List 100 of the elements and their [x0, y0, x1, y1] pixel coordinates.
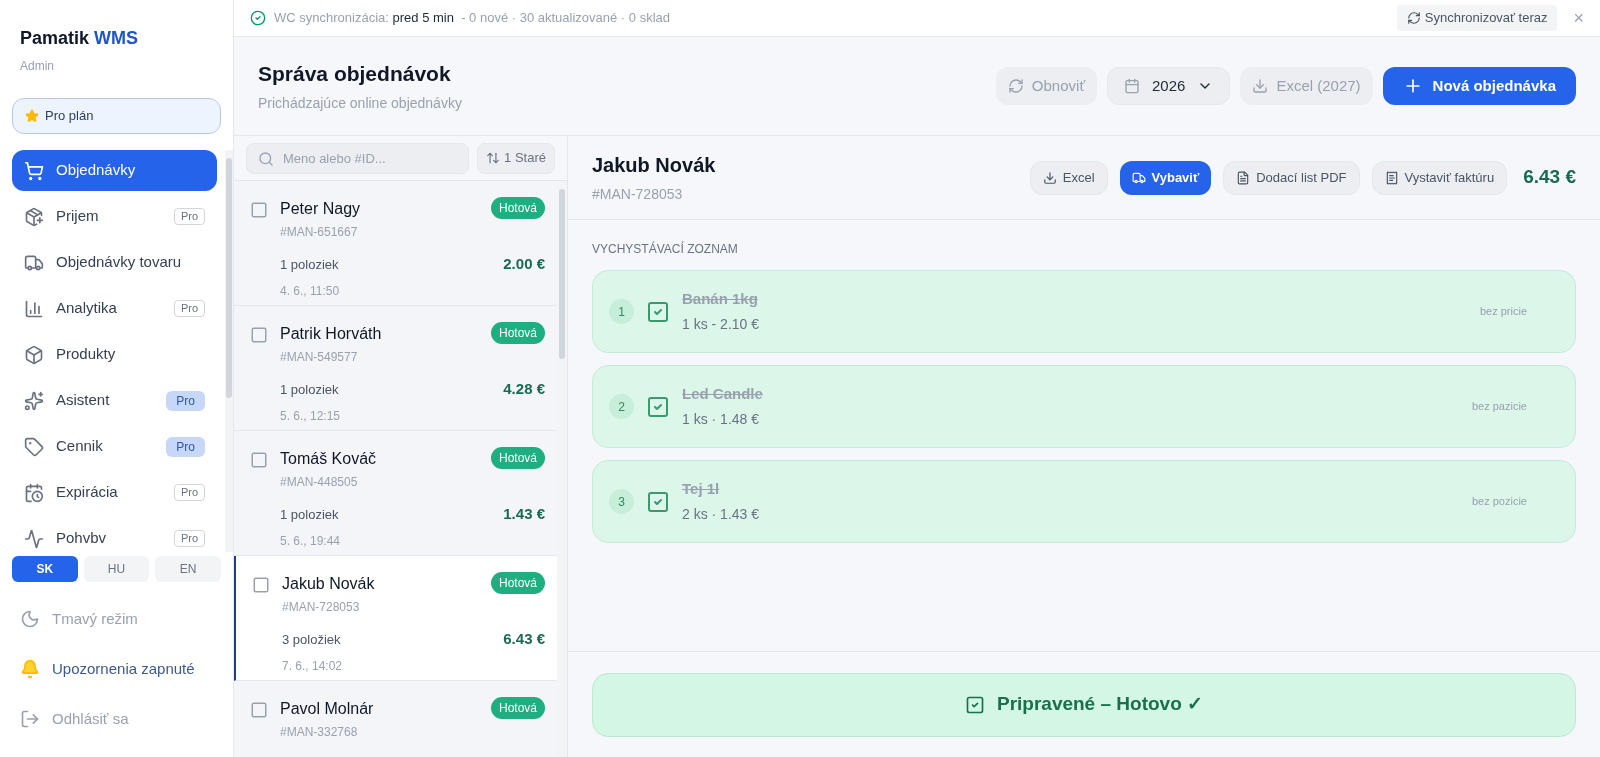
- status-badge: Hotová: [490, 322, 545, 344]
- status-badge: Hotová: [490, 197, 545, 219]
- order-card[interactable]: Jakub Novák #MAN-728053 Hotová 3 položiek 6.43 € 7. 6., 14:02: [234, 556, 557, 681]
- status-badge: Hotová: [490, 572, 545, 594]
- order-id: #MAN-651667: [280, 224, 359, 241]
- order-id: #MAN-549577: [280, 349, 359, 366]
- order-id: #MAN-728053: [282, 599, 361, 616]
- sparkles-icon: [24, 390, 44, 411]
- checkbox-icon: [964, 694, 985, 715]
- order-total: 1.43 €: [503, 504, 545, 524]
- order-total: 4.28 €: [503, 379, 545, 399]
- search-field[interactable]: Meno alebo #ID...: [246, 142, 470, 174]
- sidebar-item[interactable]: Produkty: [12, 334, 217, 375]
- item-quantity-price: 1 ks - 2.10 €: [682, 315, 760, 335]
- item-count: 1 poloziek: [280, 255, 339, 274]
- download-icon: [1252, 78, 1269, 94]
- item-count: 1 poloziek: [280, 505, 339, 524]
- order-id: #MAN-448505: [280, 474, 359, 491]
- order-date: 7. 6., 14:02: [282, 657, 344, 675]
- refresh-icon: [1007, 78, 1024, 94]
- bell-icon: [20, 659, 40, 679]
- new-order-button[interactable]: Nová objednávka: [1382, 67, 1576, 105]
- refresh-icon: [1406, 11, 1421, 25]
- sidebar-action[interactable]: Upozornenia zapnuté: [20, 644, 213, 694]
- download-icon: [1042, 170, 1057, 185]
- position-label: bez pricie: [1479, 304, 1527, 320]
- sort-button[interactable]: 1 Staré: [477, 142, 555, 174]
- item-quantity-price: 1 ks · 1.48 €: [682, 410, 761, 430]
- item-number: 2: [609, 394, 634, 419]
- pro-badge: Pro: [166, 390, 205, 411]
- order-date: 5. 6., 12:15: [280, 407, 342, 425]
- pro-badge: Pro: [173, 300, 205, 317]
- check-circle-icon: [250, 10, 266, 26]
- user-role: Admin: [20, 58, 55, 74]
- ready-done-button[interactable]: Pripravené – Hotovo ✓: [592, 672, 1576, 737]
- sidebar-item[interactable]: Prijem Pro: [12, 196, 217, 237]
- year-select[interactable]: 2026: [1107, 67, 1231, 105]
- scrollbar[interactable]: [557, 181, 567, 757]
- pick-item-card[interactable]: 2 Led Candle 1 ks · 1.48 € bez pazicie: [592, 365, 1576, 448]
- item-number: 1: [609, 299, 634, 324]
- order-total: 6.43 €: [503, 629, 545, 649]
- bar-chart-icon: [24, 298, 44, 319]
- calendar-icon: [24, 482, 44, 503]
- sync-status: WC synchronizácia: pred 5 min - 0 nové · 30 aktualizované · 0 sklad: [274, 9, 670, 28]
- pick-item-card[interactable]: 1 Banán 1kg 1 ks - 2.10 € bez pricie: [592, 270, 1576, 353]
- action-button[interactable]: Excel: [1029, 160, 1108, 195]
- language-button[interactable]: EN: [155, 556, 221, 582]
- section-title: VYCHYSTÁVACÍ ZOZNAM: [592, 240, 739, 258]
- item-count: 1 poloziek: [280, 380, 339, 399]
- checkbox[interactable]: [252, 576, 270, 594]
- moon-icon: [20, 609, 40, 629]
- star-icon: [25, 109, 39, 123]
- customer-name: Jakub Novák: [592, 153, 716, 178]
- action-button[interactable]: Vystaviť faktúru: [1371, 160, 1508, 195]
- action-button[interactable]: Vybaviť: [1119, 160, 1212, 195]
- customer-name: Tomáš Kováč: [280, 449, 377, 469]
- package-icon: [24, 206, 44, 227]
- sidebar-item[interactable]: Cennik Pro: [12, 426, 217, 467]
- sidebar-item[interactable]: Expirácia Pro: [12, 472, 217, 513]
- language-button[interactable]: SK: [12, 556, 78, 582]
- document-icon: [1236, 170, 1251, 185]
- product-name: Banán 1kg: [682, 288, 759, 309]
- receipt-icon: [1384, 170, 1399, 185]
- checkbox[interactable]: [250, 451, 268, 469]
- order-id: #MAN-728053: [592, 185, 684, 204]
- activity-icon: [24, 528, 44, 549]
- sync-now-button[interactable]: Synchronizovať teraz: [1396, 5, 1558, 31]
- pro-badge: Pro: [173, 530, 205, 547]
- action-button[interactable]: Dodací list PDF: [1223, 160, 1360, 195]
- language-button[interactable]: HU: [83, 556, 150, 582]
- pro-plan-button[interactable]: Pro plán: [12, 98, 221, 134]
- item-quantity-price: 2 ks · 1.43 €: [682, 505, 760, 525]
- customer-name: Pavol Molnár: [280, 699, 374, 719]
- product-name: Led Candle: [682, 383, 763, 404]
- sidebar-item[interactable]: Objednávky tovaru: [12, 242, 217, 283]
- page-title: Správa objednávok: [258, 60, 452, 87]
- sidebar-item[interactable]: Objednávky: [12, 150, 217, 191]
- checkbox[interactable]: [646, 299, 670, 324]
- sidebar-item[interactable]: Analytika Pro: [12, 288, 217, 329]
- sort-icon: [486, 151, 501, 165]
- search-icon: [258, 150, 274, 167]
- position-label: bez pozicie: [1471, 494, 1527, 510]
- customer-name: Peter Nagy: [280, 199, 361, 219]
- pro-badge: Pro: [166, 436, 205, 457]
- position-label: bez pazicie: [1471, 399, 1527, 415]
- page-subtitle: Prichádzajúce online objednávky: [258, 94, 462, 114]
- status-badge: Hotová: [490, 697, 545, 719]
- checkbox[interactable]: [250, 701, 268, 719]
- item-count: 3 položiek: [282, 630, 341, 649]
- checkbox[interactable]: [646, 489, 670, 514]
- scrollbar[interactable]: [225, 150, 233, 552]
- sidebar-item[interactable]: Asistent Pro: [12, 380, 217, 421]
- checkbox[interactable]: [250, 326, 268, 344]
- order-id: #MAN-332768: [280, 724, 359, 741]
- cart-icon: [24, 160, 44, 181]
- logout-icon: [20, 709, 40, 729]
- checkbox[interactable]: [250, 201, 268, 219]
- checkbox[interactable]: [646, 394, 670, 419]
- box-icon: [24, 344, 44, 365]
- pick-item-card[interactable]: 3 Tej 1l 2 ks · 1.43 € bez pozicie: [592, 460, 1576, 543]
